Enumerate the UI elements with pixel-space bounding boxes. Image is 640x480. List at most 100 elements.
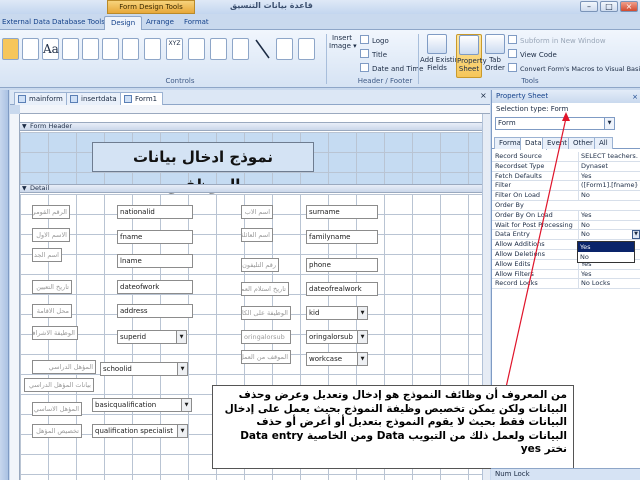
navigation-pane-collapsed[interactable]: [0, 90, 9, 480]
select-tool-icon[interactable]: [2, 38, 19, 60]
workcase-label[interactable]: الموقف من العمل: [241, 350, 291, 364]
convert-macros-button[interactable]: Convert Form's Macros to Visual Basic: [508, 63, 640, 75]
line-control-icon[interactable]: [254, 38, 271, 60]
minimize-button[interactable]: –: [580, 1, 598, 12]
dropdown-arrow-icon[interactable]: ▼: [357, 331, 367, 343]
dateofwork-label[interactable]: تاريخ التعيين: [32, 280, 72, 294]
property-sheet-button[interactable]: Property Sheet: [456, 34, 487, 78]
close-window-button[interactable]: ×: [620, 1, 638, 12]
close-icon[interactable]: ×: [632, 91, 638, 103]
dropdown-arrow-icon[interactable]: ▼: [177, 363, 187, 375]
title-button[interactable]: Title: [360, 49, 387, 61]
page-break-icon[interactable]: [188, 38, 205, 60]
fname-textbox[interactable]: fname: [117, 230, 193, 244]
tab-arrange[interactable]: Arrange: [140, 16, 180, 30]
dropdown-arrow-icon[interactable]: ▼: [181, 399, 191, 411]
property-value[interactable]: ([Form1].[fname]=": [578, 181, 638, 191]
surname-label[interactable]: اسم الاب: [241, 205, 273, 219]
data-entry-dropdown-list[interactable]: Yes No: [577, 241, 635, 263]
option-group-icon[interactable]: XYZ: [166, 38, 183, 60]
doc-tab-form1[interactable]: Form1: [120, 92, 164, 105]
qualification-specialist-label[interactable]: تخصيص المؤهل: [32, 424, 82, 438]
oringalorsub-combo[interactable]: oringalorsub ▼: [306, 330, 368, 344]
property-value[interactable]: Yes: [578, 269, 638, 279]
superid-label[interactable]: الوظيفة الاشرافية: [32, 326, 78, 340]
dateofwork-textbox[interactable]: dateofwork: [117, 280, 193, 294]
ps-tab-all[interactable]: All: [594, 137, 613, 149]
surname-textbox[interactable]: surname: [306, 205, 378, 219]
qualification-data-label[interactable]: بيانات المؤهل الدراسي: [24, 378, 94, 392]
property-value[interactable]: No: [578, 220, 638, 230]
familyname-label[interactable]: اسم العائلة: [241, 228, 273, 242]
maximize-button[interactable]: □: [600, 1, 618, 12]
nationalid-label[interactable]: الرقم القومي: [32, 205, 70, 219]
schoolid-label[interactable]: المؤهل الدراسي: [32, 360, 96, 374]
property-value[interactable]: No Locks: [578, 279, 638, 289]
dropdown-option-yes[interactable]: Yes: [578, 242, 634, 252]
property-value[interactable]: Dynaset: [578, 161, 638, 171]
nationalid-textbox[interactable]: nationalid: [117, 205, 193, 219]
dropdown-arrow-icon[interactable]: ▼: [177, 425, 187, 437]
property-row[interactable]: Filter ([Form1].[fname]=": [492, 181, 640, 192]
property-row[interactable]: Fetch Defaults Yes: [492, 171, 640, 182]
superid-combo[interactable]: superid ▼: [117, 330, 187, 344]
dropdown-arrow-icon[interactable]: ▼: [357, 307, 367, 319]
tab-design[interactable]: Design: [104, 16, 143, 30]
combo-box-icon[interactable]: [210, 38, 227, 60]
property-row[interactable]: Order By: [492, 201, 640, 211]
tab-order-button[interactable]: Tab Order: [484, 34, 506, 72]
dropdown-arrow-icon[interactable]: ▼: [176, 331, 186, 343]
lname-textbox[interactable]: lname: [117, 254, 193, 268]
dropdown-option-no[interactable]: No: [578, 252, 634, 262]
oringalorsub-label[interactable]: oringalorsub: [241, 330, 291, 344]
property-row[interactable]: Wait for Post Processing No: [492, 220, 640, 231]
property-row[interactable]: Allow Filters Yes: [492, 269, 640, 280]
date-time-button[interactable]: Date and Time: [360, 63, 423, 75]
familyname-textbox[interactable]: familyname: [306, 230, 378, 244]
chevron-down-icon[interactable]: ▼: [604, 118, 614, 129]
phone-label[interactable]: رقم التليفون: [241, 258, 279, 272]
property-row[interactable]: Order By On Load Yes: [492, 210, 640, 221]
chevron-down-icon[interactable]: ▼: [632, 230, 640, 240]
dateofrealwork-textbox[interactable]: dateofrealwork: [306, 282, 378, 296]
property-value[interactable]: SELECT teachers.nat: [578, 152, 638, 161]
detail-section-bar[interactable]: ▼ Detail: [20, 184, 490, 193]
tab-format[interactable]: Format: [178, 16, 215, 30]
property-value[interactable]: No: [578, 191, 638, 201]
context-tab-form-design-tools[interactable]: Form Design Tools: [107, 0, 195, 14]
kid-label[interactable]: الوظيفة على الكادر: [241, 306, 291, 320]
web-browser-control-icon[interactable]: [122, 38, 139, 60]
doc-tab-mainform[interactable]: mainform: [14, 92, 69, 105]
property-value[interactable]: No: [578, 230, 638, 240]
textbox-control-icon[interactable]: [22, 38, 39, 60]
basicqualification-combo[interactable]: basicqualification ▼: [92, 398, 192, 412]
button-control-icon[interactable]: [62, 38, 79, 60]
view-code-button[interactable]: View Code: [508, 49, 557, 61]
insert-image-button[interactable]: Insert Image ▾: [329, 34, 357, 50]
navigation-control-icon[interactable]: [144, 38, 161, 60]
dropdown-arrow-icon[interactable]: ▼: [357, 353, 367, 365]
workcase-combo[interactable]: workcase ▼: [306, 352, 368, 366]
phone-textbox[interactable]: phone: [306, 258, 378, 272]
toggle-button-icon[interactable]: [276, 38, 293, 60]
kid-combo[interactable]: kid ▼: [306, 306, 368, 320]
hyperlink-control-icon[interactable]: [102, 38, 119, 60]
doc-tab-insertdata[interactable]: insertdata: [66, 92, 123, 105]
property-row[interactable]: Record Locks No Locks: [492, 279, 640, 290]
address-label[interactable]: محل الاقامة: [32, 304, 72, 318]
fname-label[interactable]: الاسم الاول: [32, 228, 70, 242]
basicqualification-label[interactable]: المؤهل الاساسي: [32, 402, 82, 416]
close-document-icon[interactable]: ×: [480, 91, 487, 100]
object-selector[interactable]: Form ▼: [495, 117, 615, 130]
dateofrealwork-label[interactable]: تاريخ استلام العمل: [241, 282, 289, 296]
tab-database-tools[interactable]: Database Tools: [46, 16, 111, 30]
address-textbox[interactable]: address: [117, 304, 193, 318]
subform-new-window-button[interactable]: Subform in New Window: [508, 35, 606, 47]
logo-button[interactable]: Logo: [360, 35, 389, 47]
schoolid-combo[interactable]: schoolid ▼: [100, 362, 188, 376]
tab-control-icon[interactable]: [82, 38, 99, 60]
property-row[interactable]: Record Source SELECT teachers.nat: [492, 152, 640, 162]
lname-label[interactable]: اسم الجد: [32, 248, 62, 262]
property-row[interactable]: Recordset Type Dynaset: [492, 161, 640, 172]
property-value[interactable]: Yes: [578, 171, 638, 181]
